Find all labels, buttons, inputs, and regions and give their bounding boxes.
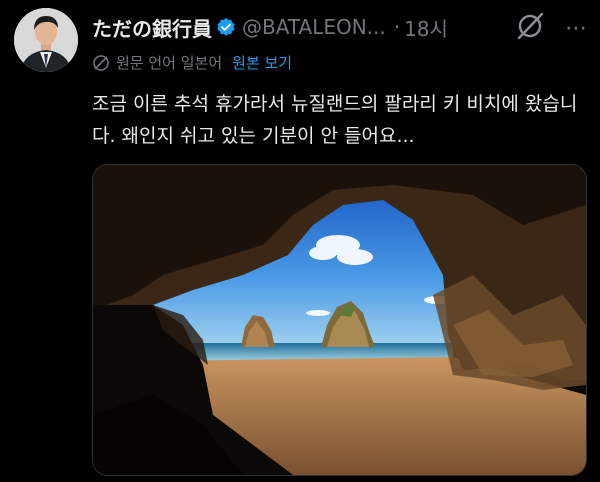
more-icon[interactable]: ⋯ [565, 16, 588, 41]
show-original-link[interactable]: 원본 보기 [232, 52, 292, 73]
user-handle[interactable]: @BATALEON... [242, 15, 386, 39]
verified-badge-icon [216, 17, 236, 37]
avatar[interactable] [14, 8, 78, 72]
timestamp[interactable]: 18시 [404, 13, 448, 42]
tweet-text: 조금 이른 추석 휴가라서 뉴질랜드의 팔라리 키 비치에 왔습니다. 왜인지 … [92, 93, 578, 147]
source-language-label: 원문 언어 일본어 [116, 54, 223, 72]
globe-icon [92, 54, 110, 72]
tweet-header: ただの銀行員 @BATALEON... · 18시 [92, 12, 586, 42]
translation-row: 원문 언어 일본어 원본 보기 [92, 52, 292, 73]
separator-dot: · [393, 15, 401, 39]
display-name[interactable]: ただの銀行員 [92, 13, 212, 42]
tweet-photo[interactable] [92, 164, 587, 476]
grok-icon[interactable] [514, 10, 546, 42]
